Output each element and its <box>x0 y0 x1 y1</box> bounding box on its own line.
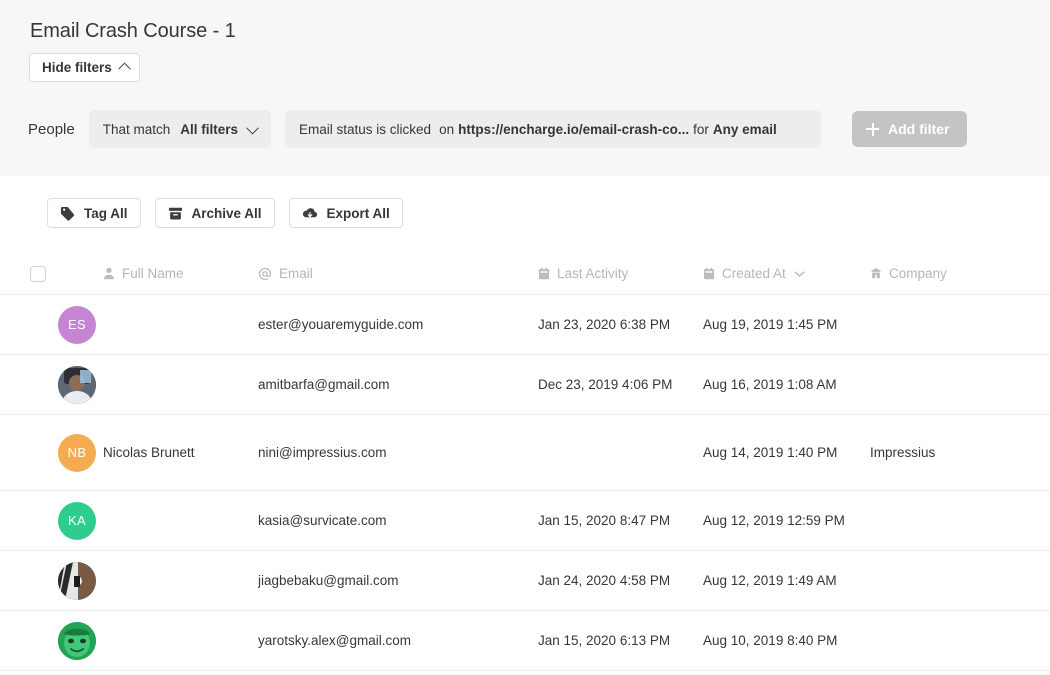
avatar-initials[interactable]: ES <box>58 305 96 344</box>
row-avatar-cell <box>0 621 103 660</box>
archive-all-label: Archive All <box>191 205 262 221</box>
condition-url: https://encharge.io/email-crash-co... <box>458 121 690 137</box>
column-header-email[interactable]: Email <box>258 266 538 281</box>
match-prefix-label: That match <box>102 121 171 137</box>
at-icon <box>258 267 272 281</box>
table-row[interactable]: amitbarfa@gmail.com Dec 23, 2019 4:06 PM A… <box>0 355 1050 415</box>
plus-icon <box>866 122 880 136</box>
avatar-photo[interactable] <box>58 365 96 404</box>
archive-icon <box>168 206 183 221</box>
cloud-download-icon <box>302 206 318 221</box>
table-row[interactable]: NB Nicolas Brunett nini@impressius.com Aug … <box>0 415 1050 491</box>
match-type-dropdown[interactable]: That match All filters <box>88 110 272 148</box>
column-label: Full Name <box>122 266 184 281</box>
row-avatar-cell: NB <box>0 433 103 472</box>
match-value-label: All filters <box>180 121 239 137</box>
select-all-checkbox[interactable] <box>30 265 46 282</box>
table-body: ES ester@youaremyguide.com Jan 23, 2020 6:… <box>0 295 1050 671</box>
building-icon <box>870 267 882 280</box>
cell-email: jiagbebaku@gmail.com <box>258 573 399 588</box>
cell-full-name: Nicolas Brunett <box>103 445 195 460</box>
page-title: Email Crash Course - 1 <box>30 20 236 42</box>
table-row[interactable]: yarotsky.alex@gmail.com Jan 15, 2020 6:13… <box>0 611 1050 671</box>
archive-all-button[interactable]: Archive All <box>154 198 275 228</box>
tag-icon <box>60 206 75 221</box>
condition-subject: Email status is clicked <box>299 121 432 137</box>
column-header-last-activity[interactable]: Last Activity <box>538 266 703 281</box>
cell-last-activity: Jan 15, 2020 6:13 PM <box>538 633 671 648</box>
cell-email: kasia@survicate.com <box>258 513 387 528</box>
filter-row: People That match All filters Email stat… <box>28 110 1028 148</box>
cell-email: nini@impressius.com <box>258 445 387 460</box>
cell-last-activity: Jan 23, 2020 6:38 PM <box>538 317 671 332</box>
chevron-down-icon[interactable] <box>794 270 805 278</box>
bulk-action-toolbar: Tag All Archive All Export All <box>47 198 403 228</box>
column-label: Last Activity <box>557 266 629 281</box>
cell-last-activity: Jan 15, 2020 8:47 PM <box>538 513 671 528</box>
cell-created-at: Aug 10, 2019 8:40 PM <box>703 633 838 648</box>
export-all-label: Export All <box>326 205 390 221</box>
column-header-company[interactable]: Company <box>870 266 1030 281</box>
avatar-initials[interactable]: NB <box>58 433 96 472</box>
table-row[interactable]: ES ester@youaremyguide.com Jan 23, 2020 6:… <box>0 295 1050 355</box>
table-header-row: Full Name Email Last Activity Created At <box>0 253 1050 295</box>
table-row[interactable]: jiagbebaku@gmail.com Jan 24, 2020 4:58 PM… <box>0 551 1050 611</box>
row-avatar-cell <box>0 561 103 600</box>
chevron-up-icon <box>117 62 131 76</box>
avatar-photo[interactable] <box>58 621 96 660</box>
calendar-icon <box>703 267 715 280</box>
row-avatar-cell <box>0 365 103 404</box>
calendar-icon <box>538 267 550 280</box>
row-avatar-cell: KA <box>0 501 103 540</box>
people-list-page: Email Crash Course - 1 Hide filters Peop… <box>0 0 1050 675</box>
cell-last-activity: Jan 24, 2020 4:58 PM <box>538 573 671 588</box>
column-label: Created At <box>722 266 786 281</box>
tag-all-button[interactable]: Tag All <box>47 198 141 228</box>
cell-created-at: Aug 12, 2019 12:59 PM <box>703 513 845 528</box>
avatar-initials[interactable]: KA <box>58 501 96 540</box>
condition-preposition: on <box>439 121 455 137</box>
person-icon <box>103 267 115 280</box>
add-filter-label: Add filter <box>888 121 950 137</box>
avatar-photo[interactable] <box>58 561 96 600</box>
cell-created-at: Aug 12, 2019 1:49 AM <box>703 573 837 588</box>
cell-email: amitbarfa@gmail.com <box>258 377 390 392</box>
filter-entity-label: People <box>28 120 75 138</box>
column-header-created-at[interactable]: Created At <box>703 266 870 281</box>
column-header-full-name[interactable]: Full Name <box>103 266 258 281</box>
tag-all-label: Tag All <box>84 205 128 221</box>
row-avatar-cell: ES <box>0 305 103 344</box>
hide-filters-button[interactable]: Hide filters <box>29 53 140 82</box>
cell-company: Impressius <box>870 445 936 460</box>
cell-last-activity: Dec 23, 2019 4:06 PM <box>538 377 673 392</box>
table-row[interactable]: KA kasia@survicate.com Jan 15, 2020 8:47 P… <box>0 491 1050 551</box>
hide-filters-label: Hide filters <box>42 59 112 75</box>
cell-created-at: Aug 19, 2019 1:45 PM <box>703 317 838 332</box>
cell-email: yarotsky.alex@gmail.com <box>258 633 411 648</box>
column-label: Company <box>889 266 947 281</box>
cell-email: ester@youaremyguide.com <box>258 317 424 332</box>
select-all-cell <box>0 265 103 282</box>
add-filter-button[interactable]: Add filter <box>852 111 968 147</box>
column-label: Email <box>279 266 313 281</box>
cell-created-at: Aug 16, 2019 1:08 AM <box>703 377 837 392</box>
export-all-button[interactable]: Export All <box>288 198 403 228</box>
condition-scope: Any email <box>712 121 777 137</box>
people-table: Full Name Email Last Activity Created At <box>0 253 1050 671</box>
filter-panel: Email Crash Course - 1 Hide filters Peop… <box>0 0 1050 176</box>
chevron-down-icon <box>246 121 259 134</box>
condition-for-label: for <box>693 121 709 137</box>
cell-created-at: Aug 14, 2019 1:40 PM <box>703 445 838 460</box>
filter-condition-chip[interactable]: Email status is clicked on https://encha… <box>285 110 822 148</box>
